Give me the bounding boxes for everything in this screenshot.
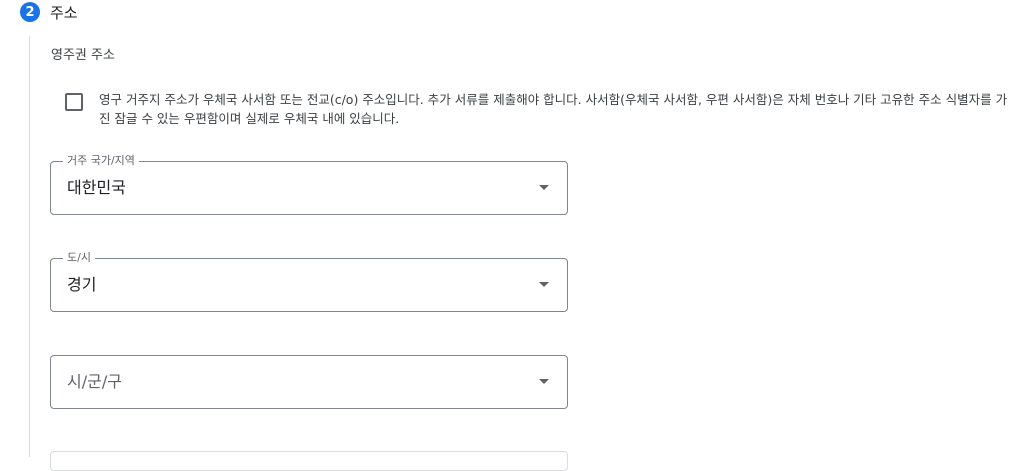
step-header: 2 주소 — [20, 2, 78, 22]
po-box-checkbox[interactable] — [65, 93, 83, 111]
step-number-badge: 2 — [20, 2, 40, 22]
country-select-label: 거주 국가/지역 — [63, 154, 139, 168]
province-select-label: 도/시 — [63, 251, 95, 265]
dropdown-arrow-icon — [539, 185, 549, 190]
step-title: 주소 — [50, 3, 78, 22]
section-label: 영주권 주소 — [51, 48, 115, 63]
city-select-placeholder: 시/군/구 — [67, 372, 122, 391]
country-select-value: 대한민국 — [67, 178, 126, 197]
next-field-partial[interactable] — [50, 451, 568, 471]
po-box-checkbox-label: 영구 거주지 주소가 우체국 사서함 또는 전교(c/o) 주소입니다. 추가 … — [99, 92, 1008, 126]
dropdown-arrow-icon — [539, 379, 549, 384]
dropdown-arrow-icon — [539, 282, 549, 287]
province-select[interactable]: 도/시 경기 — [50, 251, 568, 312]
country-select[interactable]: 거주 국가/지역 대한민국 — [50, 154, 568, 215]
city-select[interactable]: 시/군/구 — [50, 355, 568, 409]
step-rail-divider — [29, 36, 30, 457]
province-select-value: 경기 — [67, 275, 97, 294]
